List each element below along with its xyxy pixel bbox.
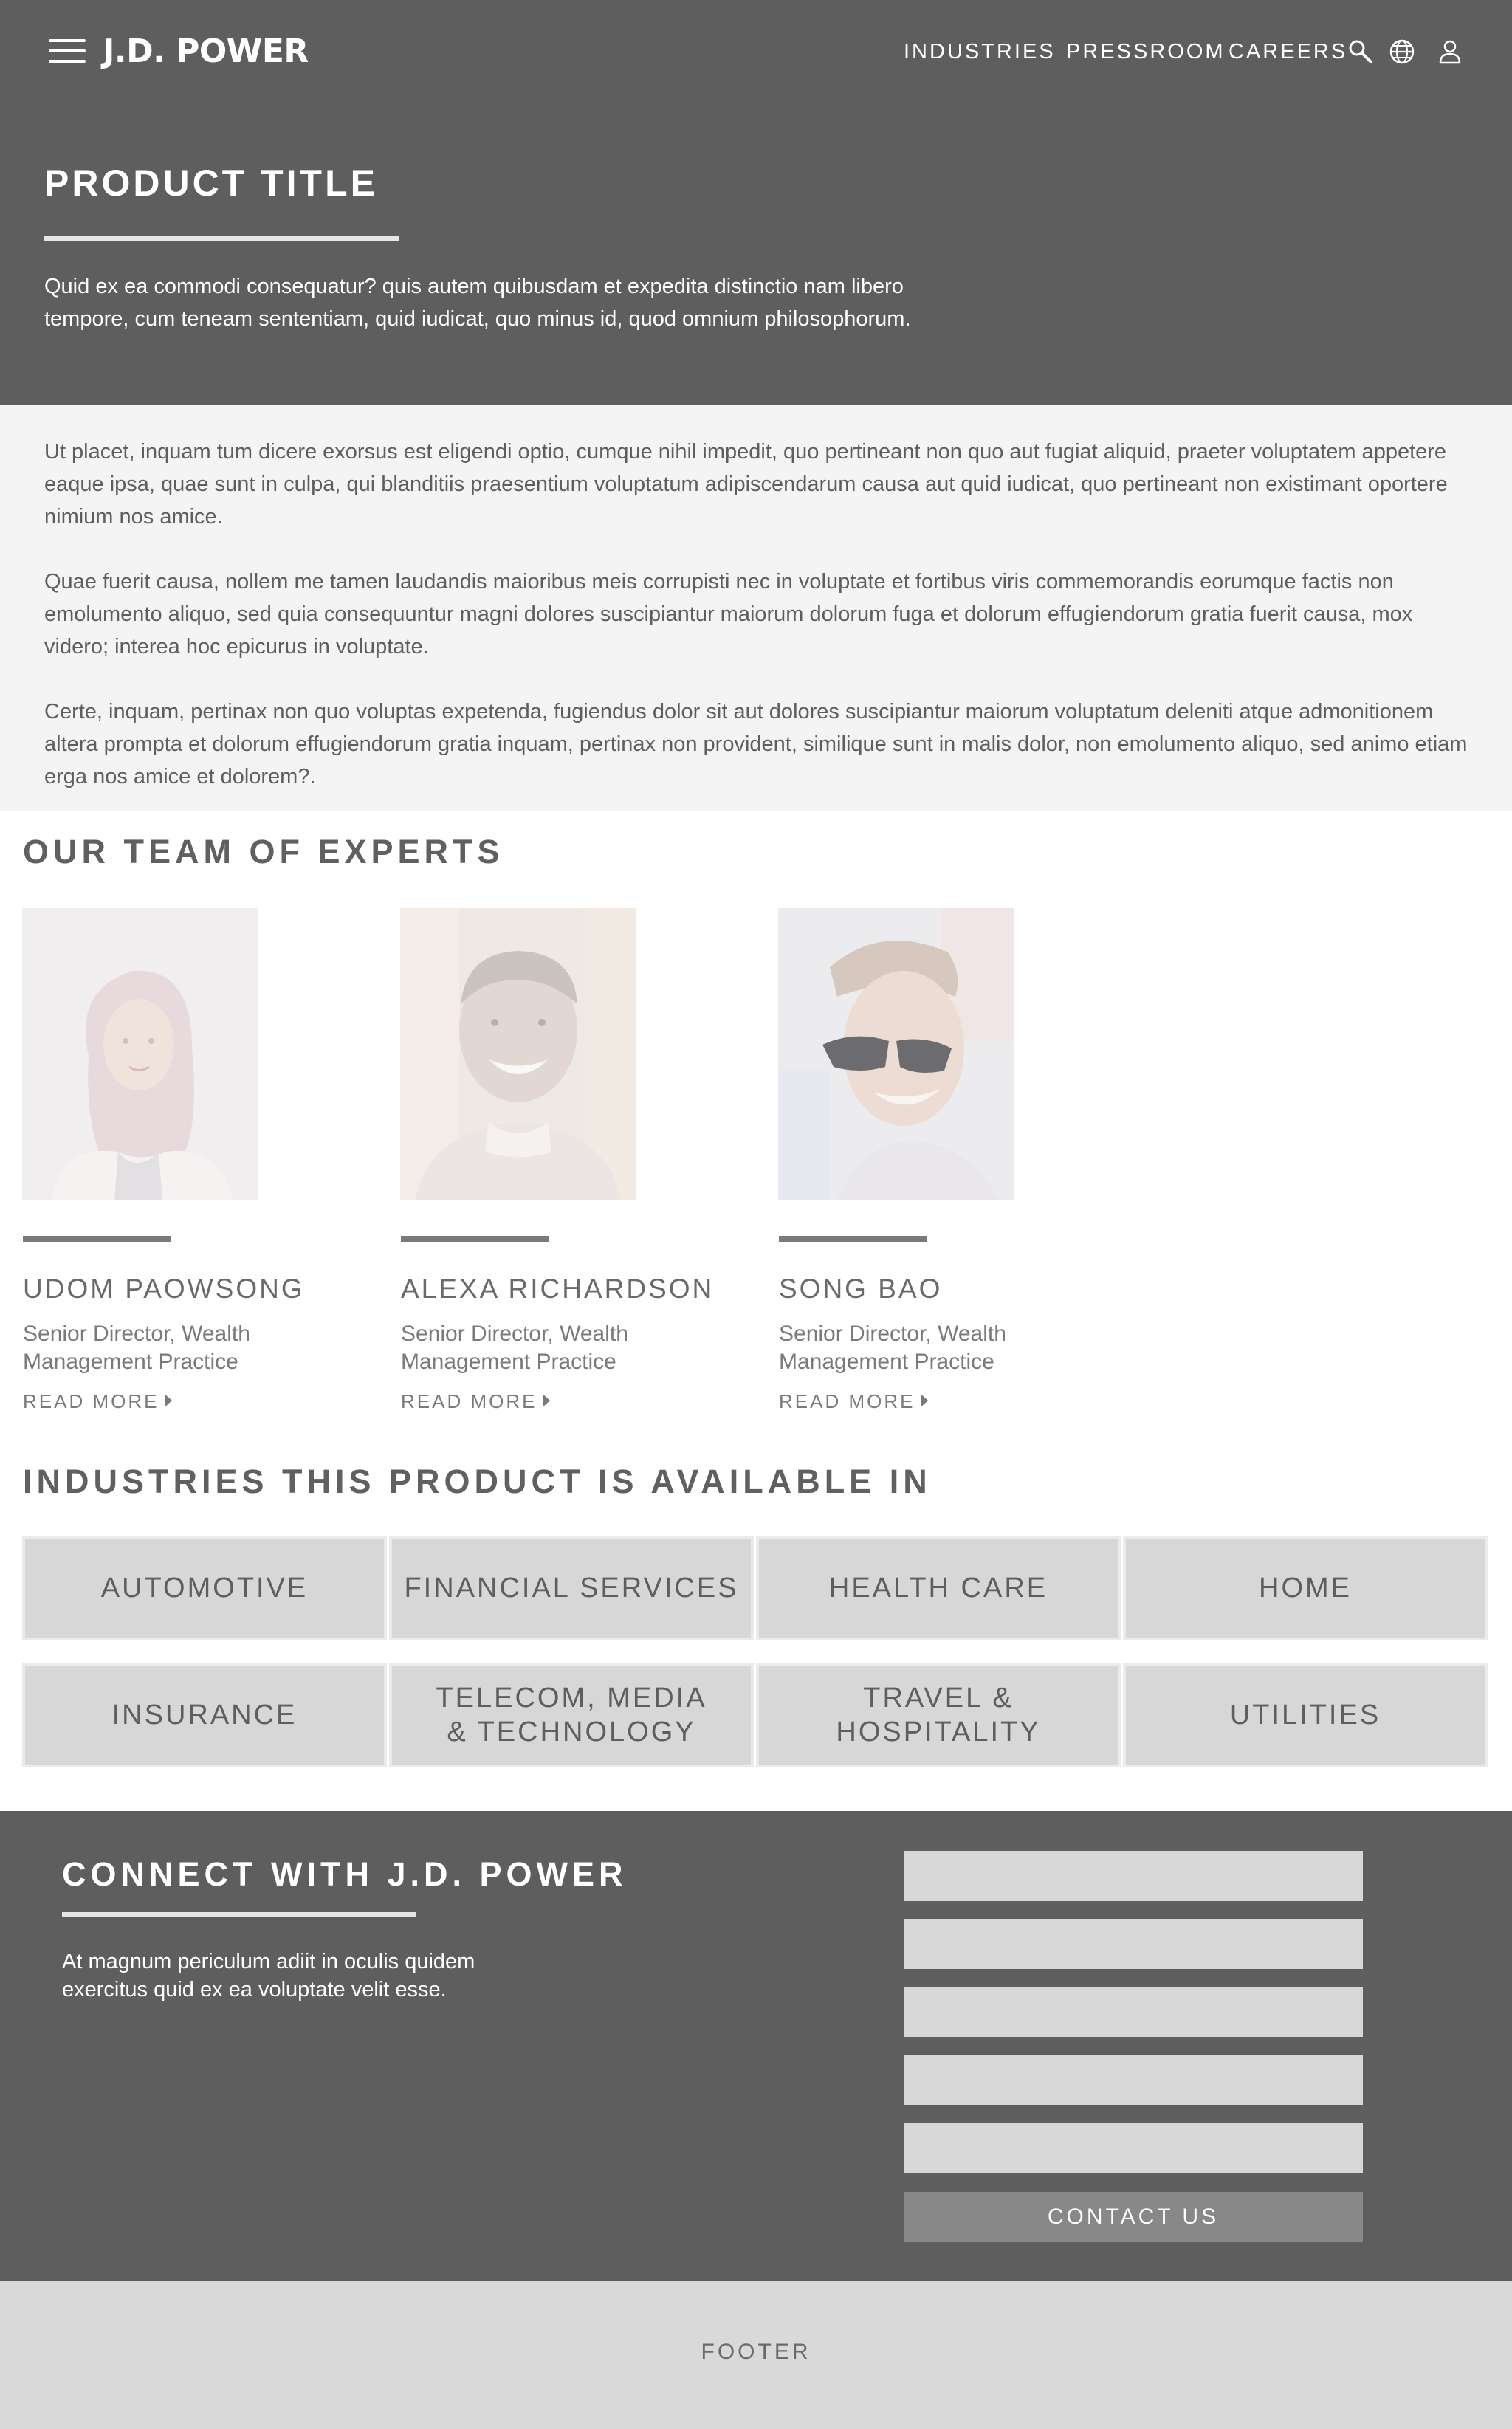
footer: FOOTER (0, 2281, 1512, 2429)
member-photo[interactable] (400, 908, 636, 1200)
industries-heading: INDUSTRIES THIS PRODUCT IS AVAILABLE IN (23, 1463, 932, 1500)
user-icon[interactable] (1436, 38, 1464, 66)
team-card: ALEXA RICHARDSON Senior Director, Wealth… (400, 908, 712, 1418)
industry-tile-insurance[interactable]: INSURANCE (22, 1663, 387, 1767)
caret-right-icon (921, 1394, 929, 1407)
connect-section: CONNECT WITH J.D. POWER At magnum pericu… (0, 1811, 1512, 2281)
read-more-link[interactable]: READ MORE (401, 1388, 551, 1415)
member-name: ALEXA RICHARDSON (401, 1274, 715, 1304)
team-card: UDOM PAOWSONG Senior Director, Wealth Ma… (22, 908, 303, 1418)
body-paragraph: Quae fuerit causa, nollem me tamen lauda… (44, 570, 1413, 659)
hero-section: J.D. POWER INDUSTRIES PRESSROOM CAREERS … (0, 0, 1512, 405)
read-more-link[interactable]: READ MORE (779, 1388, 929, 1415)
member-role: Senior Director, Wealth Management Pract… (23, 1322, 250, 1374)
industry-tile-automotive[interactable]: AUTOMOTIVE (22, 1536, 387, 1640)
card-divider (779, 1236, 927, 1242)
connect-description: At magnum periculum adiit in oculis quid… (62, 1950, 475, 2002)
nav-pressroom[interactable]: PRESSROOM (1066, 35, 1226, 68)
member-role: Senior Director, Wealth Management Pract… (401, 1322, 628, 1374)
member-role: Senior Director, Wealth Management Pract… (779, 1322, 1006, 1374)
search-icon[interactable] (1347, 38, 1375, 66)
contact-field-1[interactable] (904, 1851, 1363, 1901)
industry-tile-telecom[interactable]: TELECOM, MEDIA & TECHNOLOGY (389, 1663, 754, 1767)
team-card: SONG BAO Senior Director, Wealth Managem… (778, 908, 1044, 1418)
hero-description: Quid ex ea commodi consequatur? quis aut… (44, 275, 911, 331)
menu-icon[interactable] (49, 37, 86, 65)
contact-field-5[interactable] (904, 2123, 1363, 2173)
page-title: PRODUCT TITLE (44, 162, 378, 204)
contact-field-4[interactable] (904, 2055, 1363, 2105)
intro-text-section: Ut placet, inquam tum dicere exorsus est… (0, 405, 1512, 811)
industry-tile-health-care[interactable]: HEALTH CARE (756, 1536, 1121, 1640)
member-name: UDOM PAOWSONG (23, 1274, 305, 1304)
body-paragraph: Ut placet, inquam tum dicere exorsus est… (44, 440, 1448, 529)
footer-label: FOOTER (701, 2340, 811, 2364)
industry-tile-financial-services[interactable]: FINANCIAL SERVICES (389, 1536, 754, 1640)
contact-field-3[interactable] (904, 1987, 1363, 2037)
logo[interactable]: J.D. POWER (103, 31, 309, 72)
read-more-label: READ MORE (23, 1390, 159, 1412)
nav-industries[interactable]: INDUSTRIES (904, 35, 1056, 68)
contact-field-2[interactable] (904, 1919, 1363, 1969)
member-name: SONG BAO (779, 1274, 943, 1304)
industry-tile-utilities[interactable]: UTILITIES (1123, 1663, 1488, 1767)
member-photo[interactable] (22, 908, 258, 1200)
caret-right-icon (165, 1394, 173, 1407)
read-more-link[interactable]: READ MORE (23, 1388, 173, 1415)
connect-divider (62, 1912, 416, 1917)
industry-tile-home[interactable]: HOME (1123, 1536, 1488, 1640)
card-divider (401, 1236, 549, 1242)
nav-careers[interactable]: CAREERS (1228, 35, 1347, 68)
industry-tile-travel[interactable]: TRAVEL & HOSPITALITY (756, 1663, 1121, 1767)
card-divider (23, 1236, 171, 1242)
contact-us-button[interactable]: CONTACT US (904, 2192, 1363, 2242)
globe-icon[interactable] (1388, 38, 1416, 66)
read-more-label: READ MORE (779, 1390, 915, 1412)
title-divider (44, 236, 399, 241)
caret-right-icon (543, 1394, 551, 1407)
connect-title: CONNECT WITH J.D. POWER (62, 1855, 628, 1893)
body-paragraph: Certe, inquam, pertinax non quo voluptas… (44, 700, 1468, 789)
team-heading: OUR TEAM OF EXPERTS (23, 833, 504, 870)
read-more-label: READ MORE (401, 1390, 537, 1412)
member-photo[interactable] (778, 908, 1014, 1200)
